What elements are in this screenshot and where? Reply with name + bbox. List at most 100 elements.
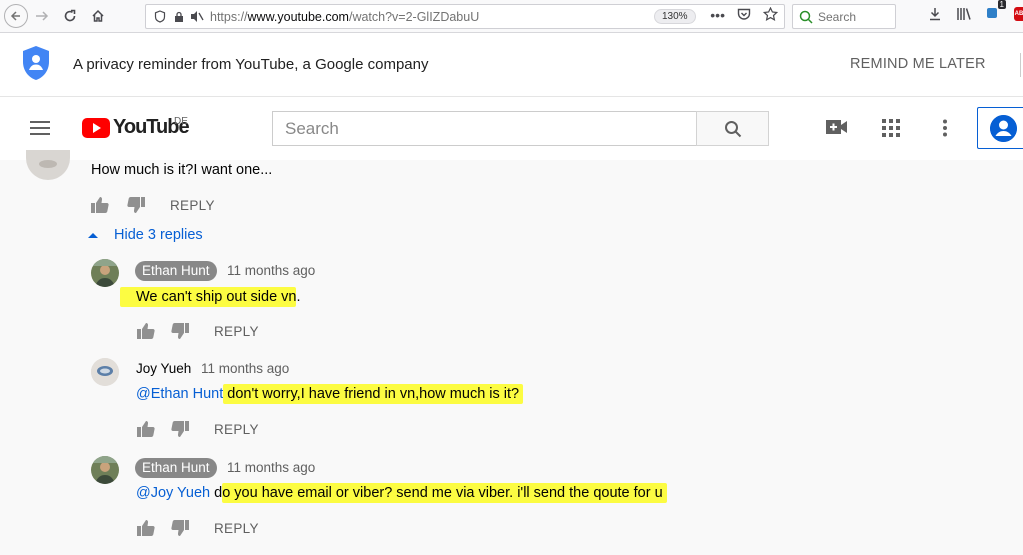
- hide-replies-button[interactable]: Hide 3 replies: [88, 227, 203, 243]
- extension-badge-count: 1: [997, 0, 1006, 9]
- avatar-image: [91, 358, 119, 386]
- comment-author[interactable]: Ethan Hunt: [135, 261, 217, 281]
- dislike-button[interactable]: [126, 195, 146, 215]
- comment-time[interactable]: 11 months ago: [227, 460, 315, 475]
- dislike-button[interactable]: [170, 518, 190, 538]
- comment-actions: REPLY: [136, 419, 259, 439]
- url-bar[interactable]: https://www.youtube.com/watch?v=2-GlIZDa…: [145, 4, 785, 29]
- reply-button[interactable]: REPLY: [214, 521, 259, 536]
- hide-replies-label: Hide 3 replies: [114, 227, 203, 243]
- thumb-down-icon: [171, 323, 189, 339]
- url-text: https://www.youtube.com/watch?v=2-GlIZDa…: [210, 10, 479, 24]
- thumb-up-icon: [137, 421, 155, 437]
- reply-button[interactable]: REPLY: [214, 324, 259, 339]
- url-scheme: https://: [210, 9, 248, 24]
- comment-mention[interactable]: @Ethan Hunt: [136, 386, 223, 402]
- arrow-right-icon: [36, 11, 49, 21]
- youtube-search-button[interactable]: [696, 111, 769, 146]
- banner-divider: [1020, 53, 1021, 77]
- youtube-play-icon: [82, 117, 110, 138]
- comment-mention[interactable]: @Joy Yueh: [136, 485, 210, 501]
- url-actions: •••: [710, 7, 778, 23]
- comment-pre: d: [210, 485, 223, 501]
- browser-toolbar: https://www.youtube.com/watch?v=2-GlIZDa…: [0, 0, 1023, 33]
- dislike-button[interactable]: [170, 321, 190, 341]
- url-path: /watch?v=2-GlIZDabuU: [348, 9, 480, 24]
- bookmark-star-icon[interactable]: [763, 7, 778, 21]
- thumb-down-icon: [171, 421, 189, 437]
- comment-author[interactable]: Joy Yueh: [136, 361, 191, 376]
- privacy-shield-icon: [23, 46, 49, 80]
- search-icon: [724, 120, 741, 137]
- comment-text: We can't ship out side vn.: [120, 287, 301, 307]
- sign-in-button[interactable]: [977, 107, 1023, 149]
- back-button[interactable]: [4, 4, 28, 28]
- library-icon[interactable]: [956, 7, 972, 21]
- home-icon: [92, 9, 104, 22]
- comment-time[interactable]: 11 months ago: [227, 263, 315, 278]
- forward-button[interactable]: [28, 2, 56, 30]
- arrow-left-icon: [10, 11, 20, 21]
- comment-text: @Joy Yueh do you have email or viber? se…: [136, 483, 667, 503]
- like-button[interactable]: [136, 518, 156, 538]
- avatar[interactable]: [91, 259, 119, 287]
- youtube-search-box[interactable]: [272, 111, 697, 146]
- comment-time[interactable]: 11 months ago: [201, 361, 289, 376]
- like-button[interactable]: [136, 419, 156, 439]
- comment-actions: REPLY: [90, 195, 215, 215]
- extension-button[interactable]: 1: [986, 0, 1006, 22]
- thumb-up-icon: [91, 197, 109, 213]
- lock-icon[interactable]: [174, 11, 184, 23]
- thumb-down-icon: [127, 197, 145, 213]
- avatar-image: [91, 456, 119, 484]
- url-host: www.youtube.com: [247, 9, 349, 24]
- remind-me-later-button[interactable]: REMIND ME LATER: [850, 56, 986, 72]
- comment-highlight: don't worry,I have friend in vn,how much…: [223, 384, 524, 404]
- avatar-image: [91, 259, 119, 287]
- privacy-banner: A privacy reminder from YouTube, a Googl…: [0, 33, 1023, 97]
- privacy-message: A privacy reminder from YouTube, a Googl…: [73, 56, 429, 73]
- like-button[interactable]: [90, 195, 110, 215]
- reply-button[interactable]: REPLY: [170, 198, 215, 213]
- browser-search-bar[interactable]: Search: [792, 4, 896, 29]
- avatar-image: [39, 160, 57, 168]
- page-actions-icon[interactable]: •••: [710, 7, 725, 23]
- youtube-search-input[interactable]: [273, 112, 696, 145]
- avatar[interactable]: [91, 456, 119, 484]
- more-vert-icon[interactable]: [942, 119, 948, 137]
- download-icon[interactable]: [928, 7, 942, 21]
- comment-author[interactable]: Ethan Hunt: [135, 458, 217, 478]
- thumb-down-icon: [171, 520, 189, 536]
- toolbar-right: 1 ABP: [928, 0, 1023, 22]
- region-code: DE: [174, 116, 188, 127]
- avatar[interactable]: [26, 150, 70, 180]
- autoplay-blocked-icon[interactable]: [190, 10, 204, 23]
- thumb-up-icon: [137, 323, 155, 339]
- guide-menu-icon[interactable]: [30, 121, 50, 135]
- like-button[interactable]: [136, 321, 156, 341]
- reload-button[interactable]: [56, 2, 84, 30]
- zoom-indicator[interactable]: 130%: [654, 9, 696, 24]
- pocket-icon[interactable]: [737, 7, 751, 21]
- comment-rest: .: [296, 289, 301, 305]
- reply-button[interactable]: REPLY: [214, 422, 259, 437]
- comment-highlight: o you have email or viber? send me via v…: [222, 483, 667, 503]
- collapse-caret-icon: [88, 232, 98, 238]
- comment-highlight: We can't ship out side vn: [120, 287, 297, 307]
- comment-text: How much is it?I want one...: [91, 162, 273, 178]
- apps-grid-icon[interactable]: [882, 119, 900, 137]
- comment-text: @Ethan Hunt don't worry,I have friend in …: [136, 384, 524, 404]
- avatar[interactable]: [91, 358, 119, 386]
- home-button[interactable]: [84, 2, 112, 30]
- browser-search-placeholder: Search: [818, 9, 857, 24]
- reload-icon: [64, 9, 76, 22]
- adblock-icon[interactable]: ABP: [1014, 6, 1023, 21]
- account-circle-icon: [990, 115, 1017, 142]
- youtube-masthead: YouTube DE: [0, 97, 1023, 160]
- tracking-protection-icon[interactable]: [154, 10, 166, 23]
- dislike-button[interactable]: [170, 419, 190, 439]
- create-video-icon[interactable]: [826, 119, 848, 135]
- comment-actions: REPLY: [136, 321, 259, 341]
- youtube-logo[interactable]: YouTube: [82, 116, 190, 139]
- thumb-up-icon: [137, 520, 155, 536]
